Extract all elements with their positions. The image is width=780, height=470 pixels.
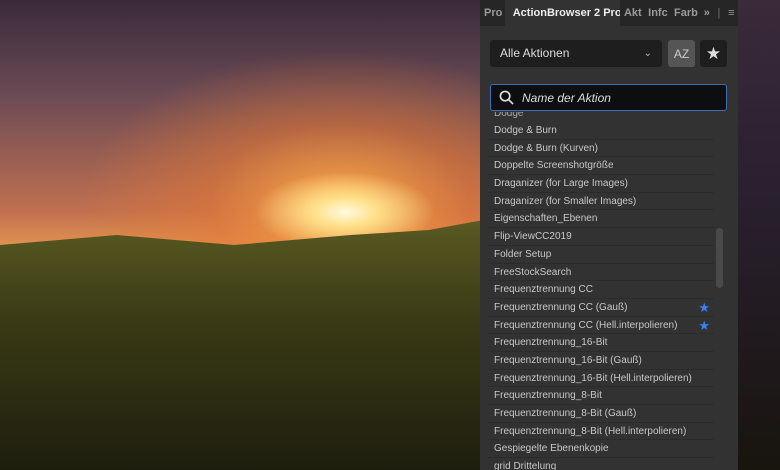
list-item-label: Doppelte Screenshotgröße: [494, 160, 614, 172]
list-item[interactable]: Frequenztrennung_8-Bit (Gauß): [488, 405, 714, 423]
list-item-label: Frequenztrennung_16-Bit (Hell.interpolie…: [494, 372, 692, 384]
list-item-label: Flip-ViewCC2019: [494, 231, 572, 243]
panel-menu-icon[interactable]: ≡: [724, 0, 738, 26]
list-item-label: Dodge & Burn (Kurven): [494, 142, 598, 154]
action-filter-dropdown[interactable]: Alle Aktionen ⌄: [490, 40, 662, 67]
sort-az-icon: AZ: [673, 46, 690, 61]
tab-pro[interactable]: Pro: [480, 0, 505, 26]
list-item[interactable]: Frequenztrennung_16-Bit (Hell.interpolie…: [488, 370, 714, 388]
search-icon: [499, 90, 514, 105]
search-input[interactable]: [522, 90, 702, 105]
chevron-down-icon: ⌄: [643, 48, 652, 59]
tab-actionbrowser[interactable]: ActionBrowser 2 Pro: [504, 0, 620, 26]
list-item[interactable]: Draganizer (for Smaller Images): [488, 193, 714, 211]
list-item-label: Frequenztrennung_8-Bit (Gauß): [494, 408, 637, 419]
list-item[interactable]: FreeStockSearch: [488, 264, 714, 282]
favorite-star-icon[interactable]: ★: [698, 299, 710, 317]
tab-divider: |: [717, 7, 721, 19]
list-item[interactable]: Eigenschaften_Ebenen: [488, 210, 714, 229]
list-item-label: Frequenztrennung_16-Bit: [494, 337, 608, 349]
list-scrollbar[interactable]: [716, 114, 724, 470]
list-item-label: Draganizer (for Large Images): [494, 178, 628, 190]
list-item-label: Gespiegelte Ebenenkopie: [494, 443, 609, 455]
list-item[interactable]: Folder Setup: [488, 246, 714, 264]
list-item[interactable]: Frequenztrennung_8-Bit: [488, 387, 714, 405]
list-item[interactable]: Frequenztrennung CC: [488, 281, 714, 299]
list-item-label: Frequenztrennung CC (Hell.interpolieren): [494, 319, 678, 331]
list-item[interactable]: Gespiegelte Ebenenkopie: [488, 440, 714, 459]
list-item[interactable]: Doppelte Screenshotgröße: [488, 157, 714, 176]
list-item-label: Frequenztrennung_8-Bit (Hell.interpolier…: [494, 425, 687, 437]
tab-info[interactable]: Infc: [644, 0, 670, 26]
list-item-label: Eigenschaften_Ebenen: [494, 213, 598, 225]
list-item-label: grid Drittelung: [494, 461, 557, 470]
canvas-image-edge: [738, 0, 780, 470]
list-item-label: Folder Setup: [494, 248, 552, 260]
list-item[interactable]: Draganizer (for Large Images): [488, 175, 714, 193]
list-item[interactable]: Frequenztrennung CC (Gauß) ★: [488, 299, 714, 317]
favorites-filter-button[interactable]: ★: [700, 40, 727, 67]
list-item[interactable]: Dodge & Burn: [488, 122, 714, 140]
list-item[interactable]: Frequenztrennung_8-Bit (Hell.interpolier…: [488, 423, 714, 441]
list-item[interactable]: Frequenztrennung_16-Bit (Gauß): [488, 352, 714, 370]
list-item-label: Frequenztrennung CC (Gauß): [494, 301, 628, 313]
list-item-label: Draganizer (for Smaller Images): [494, 195, 637, 207]
tab-farbe[interactable]: Farb: [670, 0, 700, 26]
action-list: Dodge Dodge & Burn Dodge & Burn (Kurven) D…: [488, 112, 714, 470]
tab-aktionen[interactable]: Akt: [620, 0, 644, 26]
list-item-partial[interactable]: Dodge: [488, 112, 714, 122]
list-item[interactable]: grid Drittelung: [488, 458, 714, 470]
scrollbar-thumb[interactable]: [716, 228, 723, 288]
panel-tabs: Pro ActionBrowser 2 Pro Akt Infc Farb » …: [480, 0, 738, 26]
actionbrowser-panel: Pro ActionBrowser 2 Pro Akt Infc Farb » …: [480, 0, 738, 470]
favorite-star-icon[interactable]: ★: [698, 317, 710, 335]
list-item-label: Frequenztrennung_8-Bit: [494, 390, 602, 402]
search-field[interactable]: [490, 84, 727, 111]
list-item[interactable]: Frequenztrennung_16-Bit: [488, 334, 714, 352]
list-item[interactable]: Flip-ViewCC2019: [488, 228, 714, 246]
list-item-label: Dodge & Burn: [494, 125, 557, 136]
list-item-label: FreeStockSearch: [494, 266, 572, 278]
list-item[interactable]: Frequenztrennung CC (Hell.interpolieren)…: [488, 317, 714, 335]
star-icon: ★: [705, 43, 722, 63]
dropdown-value: Alle Aktionen: [500, 46, 570, 60]
tabs-overflow-icon[interactable]: »: [700, 0, 714, 26]
list-item-label: Frequenztrennung_16-Bit (Gauß): [494, 354, 642, 366]
list-item[interactable]: Dodge & Burn (Kurven): [488, 140, 714, 158]
sort-az-button[interactable]: AZ: [668, 40, 695, 67]
list-item-label: Frequenztrennung CC: [494, 284, 593, 296]
